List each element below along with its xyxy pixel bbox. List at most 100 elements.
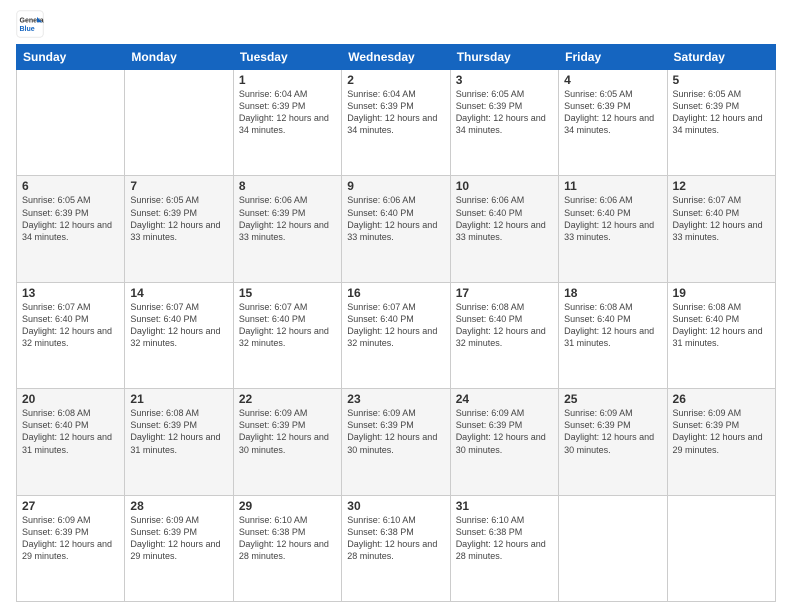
calendar-cell: 3Sunrise: 6:05 AM Sunset: 6:39 PM Daylig… — [450, 70, 558, 176]
day-number: 11 — [564, 179, 661, 193]
day-number: 4 — [564, 73, 661, 87]
day-info: Sunrise: 6:05 AM Sunset: 6:39 PM Dayligh… — [456, 88, 553, 137]
calendar-cell: 25Sunrise: 6:09 AM Sunset: 6:39 PM Dayli… — [559, 389, 667, 495]
day-info: Sunrise: 6:10 AM Sunset: 6:38 PM Dayligh… — [456, 514, 553, 563]
day-number: 30 — [347, 499, 444, 513]
day-number: 31 — [456, 499, 553, 513]
day-number: 20 — [22, 392, 119, 406]
column-header-friday: Friday — [559, 45, 667, 70]
week-row-4: 20Sunrise: 6:08 AM Sunset: 6:40 PM Dayli… — [17, 389, 776, 495]
day-info: Sunrise: 6:09 AM Sunset: 6:39 PM Dayligh… — [130, 514, 227, 563]
calendar-cell: 23Sunrise: 6:09 AM Sunset: 6:39 PM Dayli… — [342, 389, 450, 495]
calendar-cell: 10Sunrise: 6:06 AM Sunset: 6:40 PM Dayli… — [450, 176, 558, 282]
day-number: 5 — [673, 73, 770, 87]
column-header-sunday: Sunday — [17, 45, 125, 70]
day-number: 22 — [239, 392, 336, 406]
day-info: Sunrise: 6:07 AM Sunset: 6:40 PM Dayligh… — [347, 301, 444, 350]
day-info: Sunrise: 6:09 AM Sunset: 6:39 PM Dayligh… — [564, 407, 661, 456]
calendar-cell — [17, 70, 125, 176]
calendar-cell: 19Sunrise: 6:08 AM Sunset: 6:40 PM Dayli… — [667, 282, 775, 388]
day-number: 17 — [456, 286, 553, 300]
column-header-monday: Monday — [125, 45, 233, 70]
calendar-cell: 6Sunrise: 6:05 AM Sunset: 6:39 PM Daylig… — [17, 176, 125, 282]
day-info: Sunrise: 6:04 AM Sunset: 6:39 PM Dayligh… — [239, 88, 336, 137]
calendar-cell: 21Sunrise: 6:08 AM Sunset: 6:39 PM Dayli… — [125, 389, 233, 495]
calendar-cell: 31Sunrise: 6:10 AM Sunset: 6:38 PM Dayli… — [450, 495, 558, 601]
day-number: 29 — [239, 499, 336, 513]
day-number: 26 — [673, 392, 770, 406]
column-header-saturday: Saturday — [667, 45, 775, 70]
week-row-3: 13Sunrise: 6:07 AM Sunset: 6:40 PM Dayli… — [17, 282, 776, 388]
day-number: 21 — [130, 392, 227, 406]
calendar-cell: 1Sunrise: 6:04 AM Sunset: 6:39 PM Daylig… — [233, 70, 341, 176]
day-info: Sunrise: 6:05 AM Sunset: 6:39 PM Dayligh… — [564, 88, 661, 137]
calendar-cell — [667, 495, 775, 601]
calendar-cell: 16Sunrise: 6:07 AM Sunset: 6:40 PM Dayli… — [342, 282, 450, 388]
day-info: Sunrise: 6:07 AM Sunset: 6:40 PM Dayligh… — [130, 301, 227, 350]
day-number: 27 — [22, 499, 119, 513]
week-row-5: 27Sunrise: 6:09 AM Sunset: 6:39 PM Dayli… — [17, 495, 776, 601]
day-number: 6 — [22, 179, 119, 193]
calendar-cell: 14Sunrise: 6:07 AM Sunset: 6:40 PM Dayli… — [125, 282, 233, 388]
day-info: Sunrise: 6:08 AM Sunset: 6:40 PM Dayligh… — [673, 301, 770, 350]
svg-text:Blue: Blue — [20, 26, 35, 33]
calendar-cell: 4Sunrise: 6:05 AM Sunset: 6:39 PM Daylig… — [559, 70, 667, 176]
day-info: Sunrise: 6:07 AM Sunset: 6:40 PM Dayligh… — [22, 301, 119, 350]
day-number: 10 — [456, 179, 553, 193]
day-info: Sunrise: 6:08 AM Sunset: 6:40 PM Dayligh… — [564, 301, 661, 350]
calendar-table: SundayMondayTuesdayWednesdayThursdayFrid… — [16, 44, 776, 602]
calendar-cell: 15Sunrise: 6:07 AM Sunset: 6:40 PM Dayli… — [233, 282, 341, 388]
day-number: 25 — [564, 392, 661, 406]
day-number: 9 — [347, 179, 444, 193]
calendar-cell: 28Sunrise: 6:09 AM Sunset: 6:39 PM Dayli… — [125, 495, 233, 601]
day-number: 23 — [347, 392, 444, 406]
calendar-cell: 2Sunrise: 6:04 AM Sunset: 6:39 PM Daylig… — [342, 70, 450, 176]
calendar-header-row: SundayMondayTuesdayWednesdayThursdayFrid… — [17, 45, 776, 70]
calendar-cell: 11Sunrise: 6:06 AM Sunset: 6:40 PM Dayli… — [559, 176, 667, 282]
day-info: Sunrise: 6:06 AM Sunset: 6:40 PM Dayligh… — [456, 194, 553, 243]
calendar-cell: 29Sunrise: 6:10 AM Sunset: 6:38 PM Dayli… — [233, 495, 341, 601]
calendar-cell: 5Sunrise: 6:05 AM Sunset: 6:39 PM Daylig… — [667, 70, 775, 176]
calendar-cell: 17Sunrise: 6:08 AM Sunset: 6:40 PM Dayli… — [450, 282, 558, 388]
day-info: Sunrise: 6:06 AM Sunset: 6:40 PM Dayligh… — [564, 194, 661, 243]
day-info: Sunrise: 6:04 AM Sunset: 6:39 PM Dayligh… — [347, 88, 444, 137]
day-info: Sunrise: 6:09 AM Sunset: 6:39 PM Dayligh… — [456, 407, 553, 456]
calendar-cell: 13Sunrise: 6:07 AM Sunset: 6:40 PM Dayli… — [17, 282, 125, 388]
day-number: 2 — [347, 73, 444, 87]
day-info: Sunrise: 6:05 AM Sunset: 6:39 PM Dayligh… — [130, 194, 227, 243]
day-info: Sunrise: 6:06 AM Sunset: 6:39 PM Dayligh… — [239, 194, 336, 243]
day-info: Sunrise: 6:06 AM Sunset: 6:40 PM Dayligh… — [347, 194, 444, 243]
day-info: Sunrise: 6:09 AM Sunset: 6:39 PM Dayligh… — [347, 407, 444, 456]
calendar-cell: 12Sunrise: 6:07 AM Sunset: 6:40 PM Dayli… — [667, 176, 775, 282]
day-info: Sunrise: 6:09 AM Sunset: 6:39 PM Dayligh… — [22, 514, 119, 563]
calendar-cell — [125, 70, 233, 176]
calendar-cell — [559, 495, 667, 601]
day-info: Sunrise: 6:10 AM Sunset: 6:38 PM Dayligh… — [239, 514, 336, 563]
day-number: 15 — [239, 286, 336, 300]
day-number: 19 — [673, 286, 770, 300]
calendar-cell: 24Sunrise: 6:09 AM Sunset: 6:39 PM Dayli… — [450, 389, 558, 495]
day-info: Sunrise: 6:07 AM Sunset: 6:40 PM Dayligh… — [673, 194, 770, 243]
week-row-2: 6 Sunrise: 6:05 AM Sunset: 6:39 PM Daylig… — [17, 176, 776, 282]
calendar-cell: 20Sunrise: 6:08 AM Sunset: 6:40 PM Dayli… — [17, 389, 125, 495]
day-info: Sunrise: 6:09 AM Sunset: 6:39 PM Dayligh… — [239, 407, 336, 456]
calendar-cell: 26Sunrise: 6:09 AM Sunset: 6:39 PM Dayli… — [667, 389, 775, 495]
day-info: Sunrise: 6:08 AM Sunset: 6:40 PM Dayligh… — [456, 301, 553, 350]
calendar-cell: 30Sunrise: 6:10 AM Sunset: 6:38 PM Dayli… — [342, 495, 450, 601]
day-info: Sunrise: 6:09 AM Sunset: 6:39 PM Dayligh… — [673, 407, 770, 456]
day-number: 24 — [456, 392, 553, 406]
calendar-cell: 7Sunrise: 6:05 AM Sunset: 6:39 PM Daylig… — [125, 176, 233, 282]
day-number: 12 — [673, 179, 770, 193]
calendar-cell: 8Sunrise: 6:06 AM Sunset: 6:39 PM Daylig… — [233, 176, 341, 282]
day-number: 13 — [22, 286, 119, 300]
logo: General Blue — [16, 10, 44, 38]
column-header-thursday: Thursday — [450, 45, 558, 70]
day-number: 28 — [130, 499, 227, 513]
day-info: Sunrise: 6:10 AM Sunset: 6:38 PM Dayligh… — [347, 514, 444, 563]
calendar-cell: 22Sunrise: 6:09 AM Sunset: 6:39 PM Dayli… — [233, 389, 341, 495]
week-row-1: 1Sunrise: 6:04 AM Sunset: 6:39 PM Daylig… — [17, 70, 776, 176]
calendar-cell: 18Sunrise: 6:08 AM Sunset: 6:40 PM Dayli… — [559, 282, 667, 388]
day-info: Sunrise: 6:05 AM Sunset: 6:39 PM Dayligh… — [673, 88, 770, 137]
day-number: 8 — [239, 179, 336, 193]
logo-icon: General Blue — [16, 10, 44, 38]
